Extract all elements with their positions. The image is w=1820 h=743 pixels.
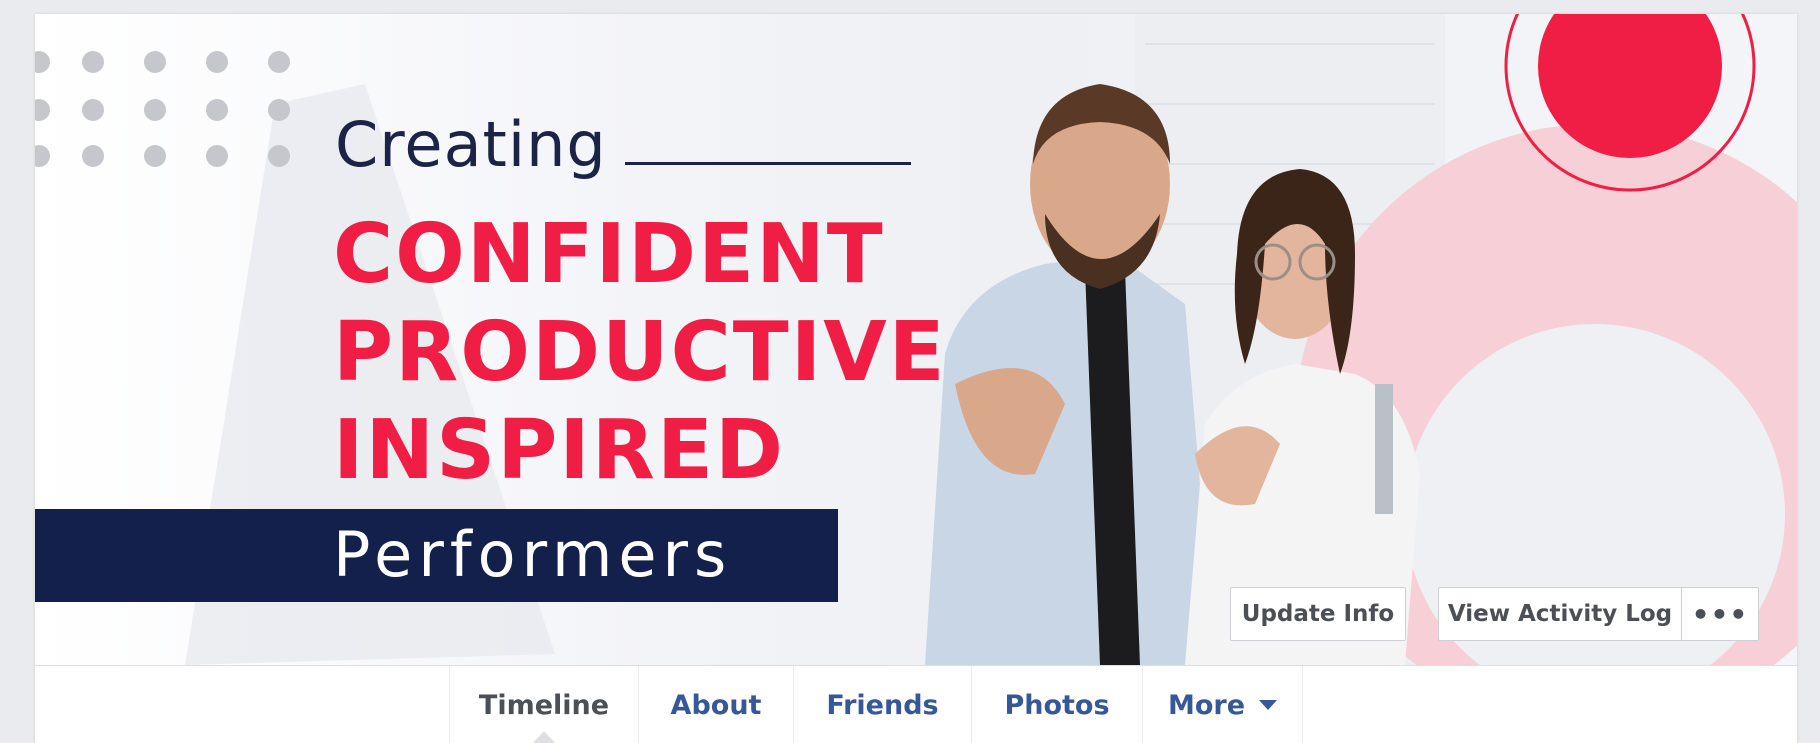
tab-more-label: More xyxy=(1167,689,1246,721)
cover-people-photo xyxy=(925,84,1420,665)
cover-photo[interactable]: Creating CONFIDENT PRODUCTIVE INSPIRED P… xyxy=(35,14,1797,665)
cover-text-productive: PRODUCTIVE xyxy=(333,305,947,400)
dot-grid-decoration xyxy=(35,51,290,167)
cover-text-performers: Performers xyxy=(333,518,733,591)
cover-text-creating: Creating xyxy=(335,108,607,181)
tab-friends[interactable]: Friends xyxy=(794,666,972,743)
profile-tab-bar: Timeline About Friends Photos More xyxy=(35,665,1797,743)
tab-about[interactable]: About xyxy=(639,666,794,743)
caret-down-icon xyxy=(1259,700,1278,710)
cover-underline xyxy=(625,162,911,165)
man-figure xyxy=(925,84,1215,665)
tab-about-label: About xyxy=(670,689,762,721)
more-dots-icon: ••• xyxy=(1691,597,1749,631)
tab-photos[interactable]: Photos xyxy=(972,666,1143,743)
profile-header: Creating CONFIDENT PRODUCTIVE INSPIRED P… xyxy=(35,14,1797,743)
tab-timeline-label: Timeline xyxy=(478,689,610,721)
tab-more[interactable]: More xyxy=(1143,666,1303,743)
update-info-button[interactable]: Update Info xyxy=(1230,587,1406,641)
more-options-button[interactable]: ••• xyxy=(1681,587,1759,641)
cover-text-confident: CONFIDENT xyxy=(333,207,885,302)
tab-photos-label: Photos xyxy=(1004,689,1110,721)
cover-text-inspired: INSPIRED xyxy=(333,403,786,498)
active-tab-indicator xyxy=(533,731,555,743)
tab-friends-label: Friends xyxy=(826,689,939,721)
view-activity-log-button[interactable]: View Activity Log xyxy=(1438,587,1681,641)
